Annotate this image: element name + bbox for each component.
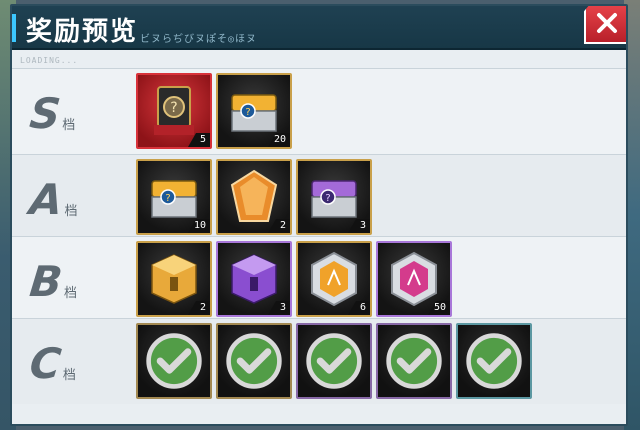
page-title: 奖励预览 [26,17,139,47]
check-icon [226,333,282,389]
tier-items [136,323,536,399]
tier-suffix: 档 [62,118,76,133]
tier-items: ? 10 2? 3 [136,159,376,235]
gold-cube-icon [151,254,197,304]
tier-label: S 档 [27,85,120,138]
reward-item[interactable]: ? 10 [136,159,212,235]
tier-row-c: C 档 [12,318,626,404]
svg-text:?: ? [245,107,250,118]
reward-item[interactable]: ? 5 [136,73,212,149]
reward-item[interactable] [296,323,372,399]
check-icon [306,333,362,389]
reward-item[interactable]: 6 [296,241,372,317]
tier-suffix: 档 [64,286,78,301]
tier-letter: B [27,257,65,306]
gold-chest-icon: ? [151,180,197,218]
tier-letter: S [27,89,63,138]
gold-chest-icon: ? [231,94,277,132]
tier-label: A 档 [27,171,120,224]
reward-item[interactable] [136,323,212,399]
check-icon [466,333,522,389]
pink-hex-badge-icon [391,251,437,307]
orange-crystal-icon [230,169,278,222]
purple-chest-icon: ? [311,180,357,218]
check-icon [386,333,442,389]
gold-hex-badge-icon [311,251,357,307]
close-icon [597,13,617,33]
close-button[interactable] [584,6,626,44]
reward-item[interactable]: 3 [216,241,292,317]
tier-items: 2 3 6 50 [136,241,456,317]
tier-suffix: 档 [64,204,78,219]
tier-row-a: A 档 ? 10 2? 3 [12,154,626,236]
tier-row-b: B 档 2 3 6 50 [12,236,626,318]
reward-item[interactable]: 50 [376,241,452,317]
tier-items: ? 5? 20 [136,73,296,149]
tier-row-s: S 档 ? 5? 20 [12,68,626,154]
tier-label: C 档 [27,335,120,388]
svg-text:?: ? [170,100,177,116]
purple-cube-icon [231,254,277,304]
svg-text:?: ? [165,193,170,204]
mystery-card-icon: ? [154,86,194,135]
tier-letter: A [27,175,66,224]
reward-item[interactable]: 2 [216,159,292,235]
reward-item[interactable] [456,323,532,399]
reward-item[interactable]: ? 3 [296,159,372,235]
check-icon [146,333,202,389]
reward-item[interactable] [376,323,452,399]
page-subtitle: ビヌらぢびヌぽそ◎ほヌ [140,34,258,45]
reward-item[interactable] [216,323,292,399]
tier-letter: C [27,339,64,388]
reward-item[interactable]: 2 [136,241,212,317]
panel-header: 奖励预览 ビヌらぢびヌぽそ◎ほヌ [12,6,626,50]
reward-preview-panel: 奖励预览 ビヌらぢびヌぽそ◎ほヌ LOADING... S 档 ? 5? 20 A … [10,4,628,426]
reward-item[interactable]: ? 20 [216,73,292,149]
svg-text:?: ? [325,193,330,204]
loading-text: LOADING... [20,56,79,65]
tier-label: B 档 [27,253,120,306]
tier-suffix: 档 [62,368,76,383]
header-accent-bar [12,14,16,42]
